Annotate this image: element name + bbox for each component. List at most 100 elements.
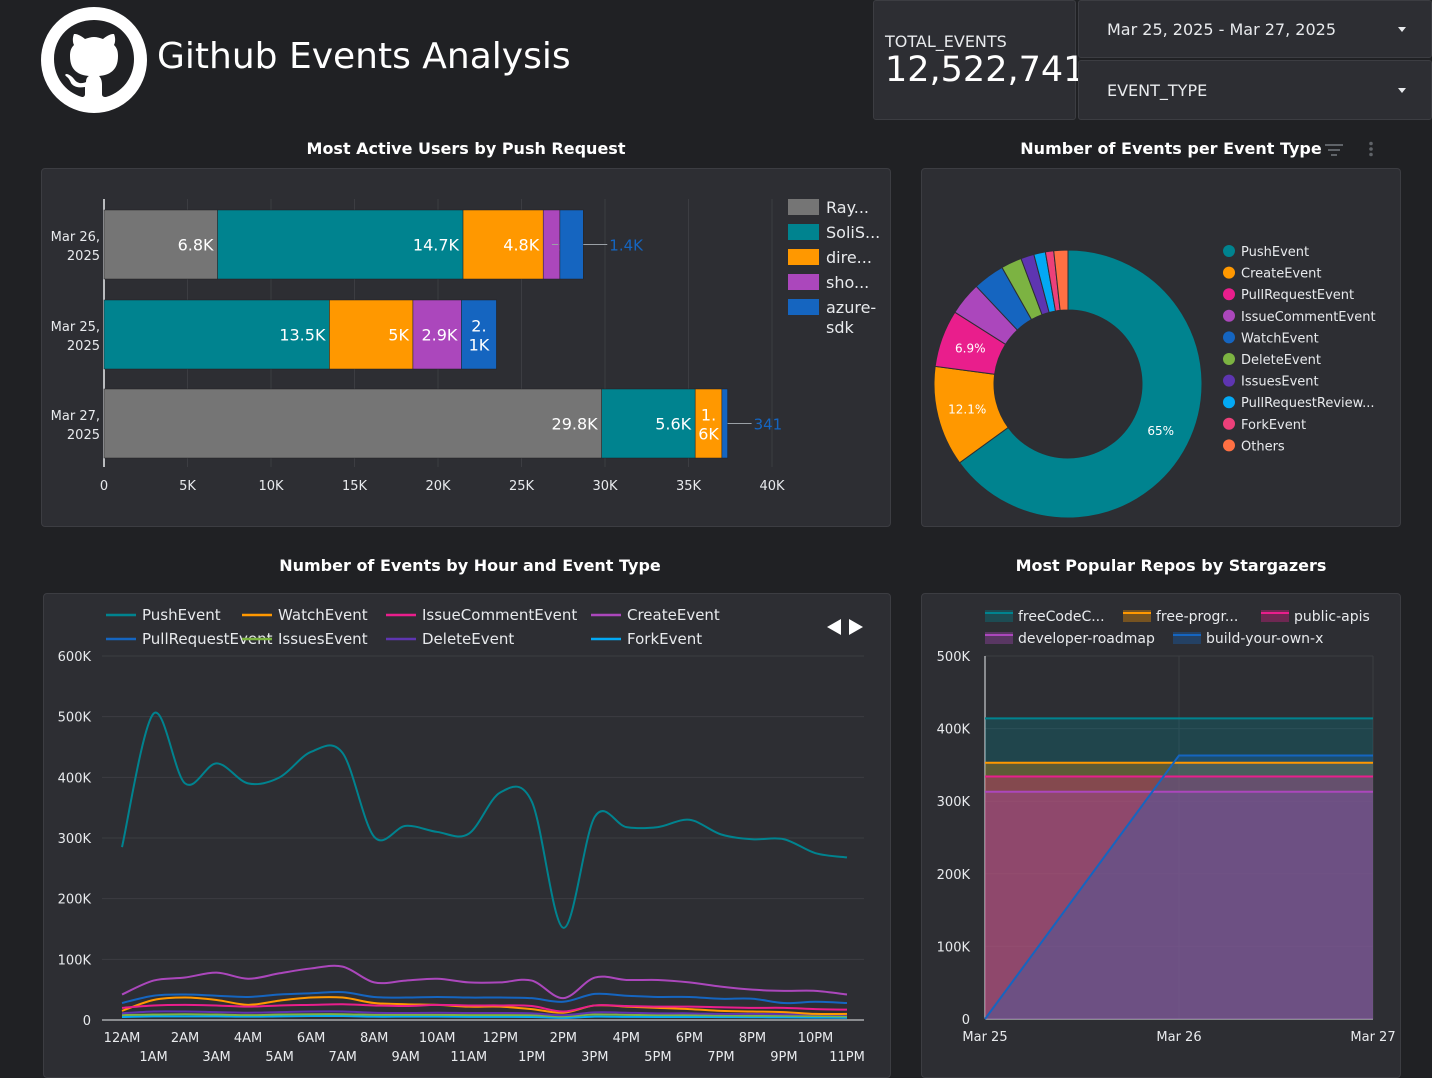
line-chart-card: 0 100K 200K 300K 400K 500K 600K 12AM 1AM 2AM 3AM 4A… <box>43 593 891 1078</box>
y-tick-label: 500K <box>937 650 971 665</box>
legend-label: public-apis <box>1294 609 1370 625</box>
bar-data-label: 5K <box>388 326 409 345</box>
page-title: Github Events Analysis <box>157 36 571 77</box>
bar-data-label: 341 <box>754 416 783 434</box>
x-tick-label: 12AM <box>104 1031 141 1046</box>
bar-data-label: 13.5K <box>279 326 326 345</box>
legend-label: Ray... <box>826 198 869 217</box>
x-tick-label: 10K <box>258 479 284 494</box>
category-label: Mar 26, 2025 <box>51 230 100 264</box>
x-tick-label: 4PM <box>613 1031 640 1046</box>
y-tick-label: 600K <box>58 650 92 665</box>
legend-label: sho... <box>826 273 869 292</box>
x-tick-label: 9AM <box>392 1050 420 1065</box>
legend-label: build-your-own-x <box>1206 631 1323 647</box>
x-tick-label: 10AM <box>419 1031 456 1046</box>
total-events-label: TOTAL_EVENTS <box>885 32 1007 51</box>
legend-label: WatchEvent <box>1241 331 1319 346</box>
x-tick-label: Mar 25 <box>962 1030 1007 1045</box>
legend-swatch <box>985 610 1013 622</box>
bar-chart-card: 0 5K 10K 15K 20K 25K 30K 35K 40K Mar 26, 2025 6.8K 1… <box>41 168 891 527</box>
legend-label: ForkEvent <box>627 630 702 648</box>
y-tick-label: 400K <box>58 771 92 786</box>
x-tick-label: 20K <box>425 479 451 494</box>
legend-next-icon[interactable] <box>849 619 863 635</box>
x-tick-label: 11PM <box>829 1050 865 1065</box>
legend-label: dire... <box>826 248 872 267</box>
x-tick-label: 6PM <box>676 1031 703 1046</box>
legend-marker <box>1223 245 1235 257</box>
legend-label: CreateEvent <box>1241 267 1321 282</box>
legend-swatch <box>985 632 1013 644</box>
event-type-filter-label: EVENT_TYPE <box>1107 81 1208 100</box>
total-events-scorecard: TOTAL_EVENTS 12,522,741 <box>873 0 1085 120</box>
category-label: Mar 27, 2025 <box>51 409 100 443</box>
x-tick-label: 15K <box>342 479 368 494</box>
bar-chart-title: Most Active Users by Push Request <box>306 139 626 158</box>
legend-label: IssueCommentEvent <box>1241 310 1376 325</box>
legend-swatch <box>1123 610 1151 622</box>
y-tick-label: 300K <box>58 832 92 847</box>
x-tick-label: 2AM <box>171 1031 199 1046</box>
donut-chart-title: Number of Events per Event Type <box>1020 139 1322 158</box>
legend-marker <box>1223 439 1235 452</box>
y-tick-label: 0 <box>83 1014 91 1029</box>
y-tick-label: 100K <box>937 940 971 955</box>
filter-icon[interactable] <box>1325 142 1343 156</box>
x-tick-label: 7AM <box>328 1050 356 1065</box>
x-tick-label: 7PM <box>707 1050 734 1065</box>
bar-chart: 0 5K 10K 15K 20K 25K 30K 35K 40K Mar 26, 2025 6.8K 1… <box>51 198 881 494</box>
legend-prev-icon[interactable] <box>827 619 841 635</box>
bar-data-label: 2.9K <box>421 326 457 345</box>
legend-label: developer-roadmap <box>1018 631 1155 647</box>
legend-label: azure-sdk <box>826 298 876 337</box>
github-logo <box>40 6 148 114</box>
date-range-control[interactable]: Mar 25, 2025 - Mar 27, 2025 <box>1078 0 1432 58</box>
x-tick-label: 3PM <box>581 1050 608 1065</box>
legend-label: free-progr... <box>1156 609 1238 625</box>
more-vert-icon[interactable] <box>1368 141 1374 157</box>
area-chart-card: 0 100K 200K 300K 400K 500K Mar 25 Mar 26 Mar 27 f… <box>921 593 1401 1078</box>
legend-label: ForkEvent <box>1241 418 1306 433</box>
legend-label: DeleteEvent <box>422 630 514 648</box>
area-chart: 0 100K 200K 300K 400K 500K Mar 25 Mar 26 Mar 27 f… <box>937 609 1396 1045</box>
bar-data-label: 5.6K <box>655 415 691 434</box>
category-label: Mar 25, 2025 <box>51 320 100 354</box>
legend-label: PushEvent <box>1241 245 1309 260</box>
y-tick-label: 500K <box>58 711 92 726</box>
donut-chart-card: 65% 12.1% 6.9% PushEvent CreateEvent PullRequ… <box>921 168 1401 527</box>
bar-segment <box>559 209 584 280</box>
event-type-filter[interactable]: EVENT_TYPE <box>1078 60 1432 120</box>
y-tick-label: 300K <box>937 795 971 810</box>
legend-swatch <box>1261 610 1289 622</box>
y-tick-label: 100K <box>58 953 92 968</box>
x-tick-label: 4AM <box>234 1031 262 1046</box>
x-tick-label: 8PM <box>739 1031 766 1046</box>
legend-swatch <box>1173 632 1201 644</box>
legend-label: PullRequestEvent <box>1241 288 1354 303</box>
donut-slice-label: 12.1% <box>948 403 986 417</box>
donut-chart: 65% 12.1% 6.9% PushEvent CreateEvent PullRequ… <box>933 245 1376 519</box>
legend-marker <box>1223 266 1235 279</box>
bar-data-label: 29.8K <box>552 415 599 434</box>
y-tick-label: 400K <box>937 723 971 738</box>
github-logo-icon <box>41 7 147 113</box>
legend-marker <box>1223 417 1235 430</box>
x-tick-label: 5AM <box>265 1050 293 1065</box>
legend-marker <box>1223 288 1235 301</box>
x-tick-label: 11AM <box>450 1050 487 1065</box>
series-line <box>121 711 848 929</box>
x-tick-label: 40K <box>759 479 785 494</box>
series-line <box>121 990 848 1005</box>
x-tick-label: 30K <box>592 479 618 494</box>
x-tick-label: 25K <box>509 479 535 494</box>
x-tick-label: 35K <box>676 479 702 494</box>
legend-swatch <box>788 199 819 215</box>
legend-swatch <box>788 249 819 265</box>
y-tick-label: 200K <box>937 868 971 883</box>
legend-marker <box>1223 309 1235 322</box>
x-tick-label: 8AM <box>360 1031 388 1046</box>
line-chart-title: Number of Events by Hour and Event Type <box>279 556 661 575</box>
chevron-down-icon <box>1398 27 1406 32</box>
legend-swatch <box>788 299 819 315</box>
